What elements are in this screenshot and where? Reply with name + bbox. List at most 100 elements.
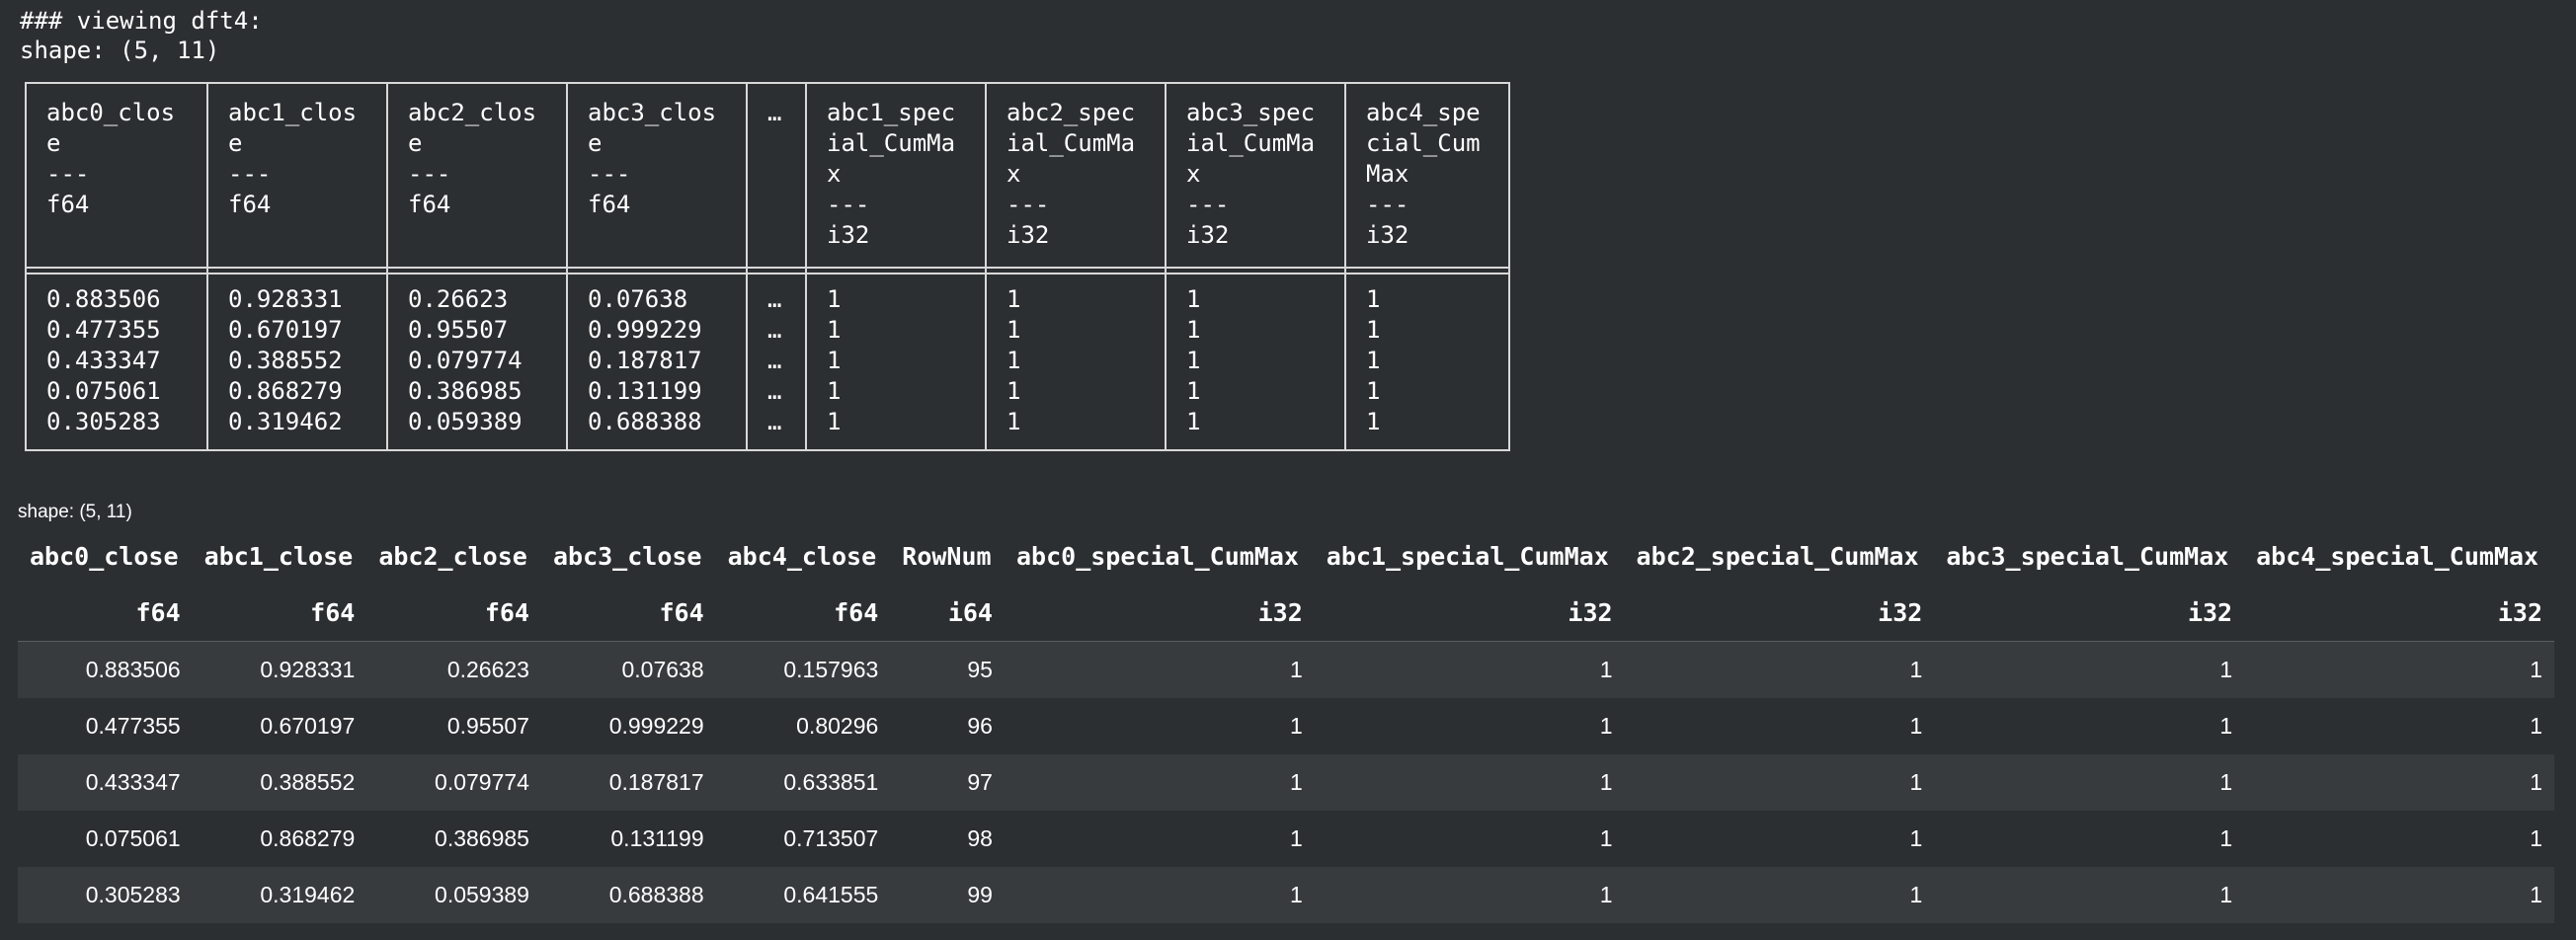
ascii-column-header: abc3_spec ial_CumMa x --- i32 [1186,99,1316,249]
table-cell: 1 [1004,811,1315,867]
table-cell: 0.157963 [715,641,891,698]
table-cell: 1 [1934,867,2245,923]
table-cell: 0.80296 [715,698,891,754]
ascii-column-header: abc2_clos e --- f64 [408,99,537,218]
table-cell: 0.319462 [192,867,367,923]
table-cell: 1 [1934,698,2245,754]
table-cell: 0.633851 [715,754,891,811]
print-output: ### viewing dft4: shape: (5, 11) [20,6,263,65]
table-cell: 0.641555 [715,867,891,923]
table-cell: 0.305283 [18,867,193,923]
column-header: abc3_special_CumMax [1946,541,2229,571]
column-dtype: f64 [366,584,541,642]
dtypes-row: f64 f64 f64 f64 f64 i64 i32 i32 i32 i32 i32 [18,584,2554,642]
column-header: abc1_close [203,541,354,571]
table-cell: 0.95507 [366,698,541,754]
ascii-column-header: … [767,99,782,126]
table-cell: 0.713507 [715,811,891,867]
table-cell: 1 [2244,867,2554,923]
table-cell: 1 [2244,641,2554,698]
table-cell: 0.999229 [540,698,716,754]
table-cell: 1 [1624,641,1935,698]
table-cell: 1 [1004,867,1315,923]
table-cell: 0.883506 [18,641,193,698]
table-cell: 1 [1934,811,2245,867]
ascii-column-values: 1 1 1 1 1 [1186,285,1201,435]
column-header: abc4_close [727,541,877,571]
table-cell: 0.388552 [192,754,367,811]
table-cell: 0.131199 [540,811,716,867]
column-dtype: f64 [540,584,716,642]
table-cell: 0.079774 [366,754,541,811]
table-cell: 1 [1314,641,1625,698]
table-cell: 0.059389 [366,867,541,923]
column-header: abc3_close [552,541,702,571]
table-cell: 1 [2244,811,2554,867]
table-cell: 0.670197 [192,698,367,754]
ascii-column-values: 1 1 1 1 1 [1006,285,1021,435]
table-cell: 0.433347 [18,754,193,811]
html-table-shape-label: shape: (5, 11) [18,502,132,522]
table-cell: 1 [1314,754,1625,811]
ascii-table: abc0_clos e --- f64 0.883506 0.477355 0.4… [25,82,1510,451]
table-row: 0.433347 0.388552 0.079774 0.187817 0.633851… [18,754,2554,811]
table-cell: 0.075061 [18,811,193,867]
column-dtype: i32 [1624,584,1935,642]
column-header: abc1_special_CumMax [1326,541,1609,571]
table-cell: 98 [890,811,1005,867]
table-cell: 1 [1624,698,1935,754]
table-row: 0.305283 0.319462 0.059389 0.688388 0.641555… [18,867,2554,923]
table-cell: 0.07638 [540,641,716,698]
column-dtype: i32 [1934,584,2245,642]
table-cell: 1 [1624,867,1935,923]
table-cell: 97 [890,754,1005,811]
column-header: abc4_special_CumMax [2256,541,2539,571]
table-cell: 1 [1004,698,1315,754]
table-cell: 0.386985 [366,811,541,867]
ascii-column-values: … … … … … [767,285,782,435]
ascii-column-header: abc2_spec ial_CumMa x --- i32 [1006,99,1136,249]
table-cell: 1 [1004,754,1315,811]
table-row: 0.477355 0.670197 0.95507 0.999229 0.80296 96… [18,698,2554,754]
column-dtype: i64 [890,584,1005,642]
column-header: abc2_special_CumMax [1636,541,1919,571]
dataframe-table: abc0_close abc1_close abc2_close abc3_close… [18,528,2554,923]
table-cell: 99 [890,867,1005,923]
print-title-line: ### viewing dft4: [20,7,263,35]
ascii-column-values: 1 1 1 1 1 [1366,285,1381,435]
table-cell: 1 [1624,754,1935,811]
ascii-column-values: 0.07638 0.999229 0.187817 0.131199 0.688… [588,285,702,435]
table-cell: 1 [1934,754,2245,811]
ascii-column-header: abc3_clos e --- f64 [588,99,717,218]
ascii-column-values: 0.928331 0.670197 0.388552 0.868279 0.31… [228,285,343,435]
ascii-column-values: 0.883506 0.477355 0.433347 0.075061 0.30… [46,285,161,435]
table-cell: 1 [1314,867,1625,923]
header-separator-rule [27,267,1508,274]
table-row: 0.883506 0.928331 0.26623 0.07638 0.157963 95… [18,641,2554,698]
column-dtype: f64 [18,584,193,642]
column-header: abc0_close [30,541,179,571]
table-cell: 0.26623 [366,641,541,698]
table-cell: 96 [890,698,1005,754]
column-dtype: i32 [1314,584,1625,642]
table-cell: 0.688388 [540,867,716,923]
table-cell: 1 [2244,698,2554,754]
ascii-column-header: abc4_spe cial_Cum Max --- i32 [1366,99,1481,249]
ascii-column-values: 0.26623 0.95507 0.079774 0.386985 0.0593… [408,285,523,435]
column-header: abc0_special_CumMax [1015,541,1299,571]
table-cell: 1 [1934,641,2245,698]
table-cell: 1 [2244,754,2554,811]
table-cell: 0.477355 [18,698,193,754]
ascii-column-header: abc1_spec ial_CumMa x --- i32 [827,99,956,249]
column-header: RowNum [902,541,992,571]
table-cell: 0.187817 [540,754,716,811]
print-shape-line: shape: (5, 11) [20,37,220,64]
table-cell: 1 [1314,811,1625,867]
table-cell: 1 [1314,698,1625,754]
column-dtype: f64 [715,584,891,642]
column-dtype: i32 [1004,584,1315,642]
table-row: 0.075061 0.868279 0.386985 0.131199 0.713507… [18,811,2554,867]
table-cell: 1 [1004,641,1315,698]
column-dtype: i32 [2244,584,2554,642]
column-names-row: abc0_close abc1_close abc2_close abc3_close… [18,528,2554,584]
